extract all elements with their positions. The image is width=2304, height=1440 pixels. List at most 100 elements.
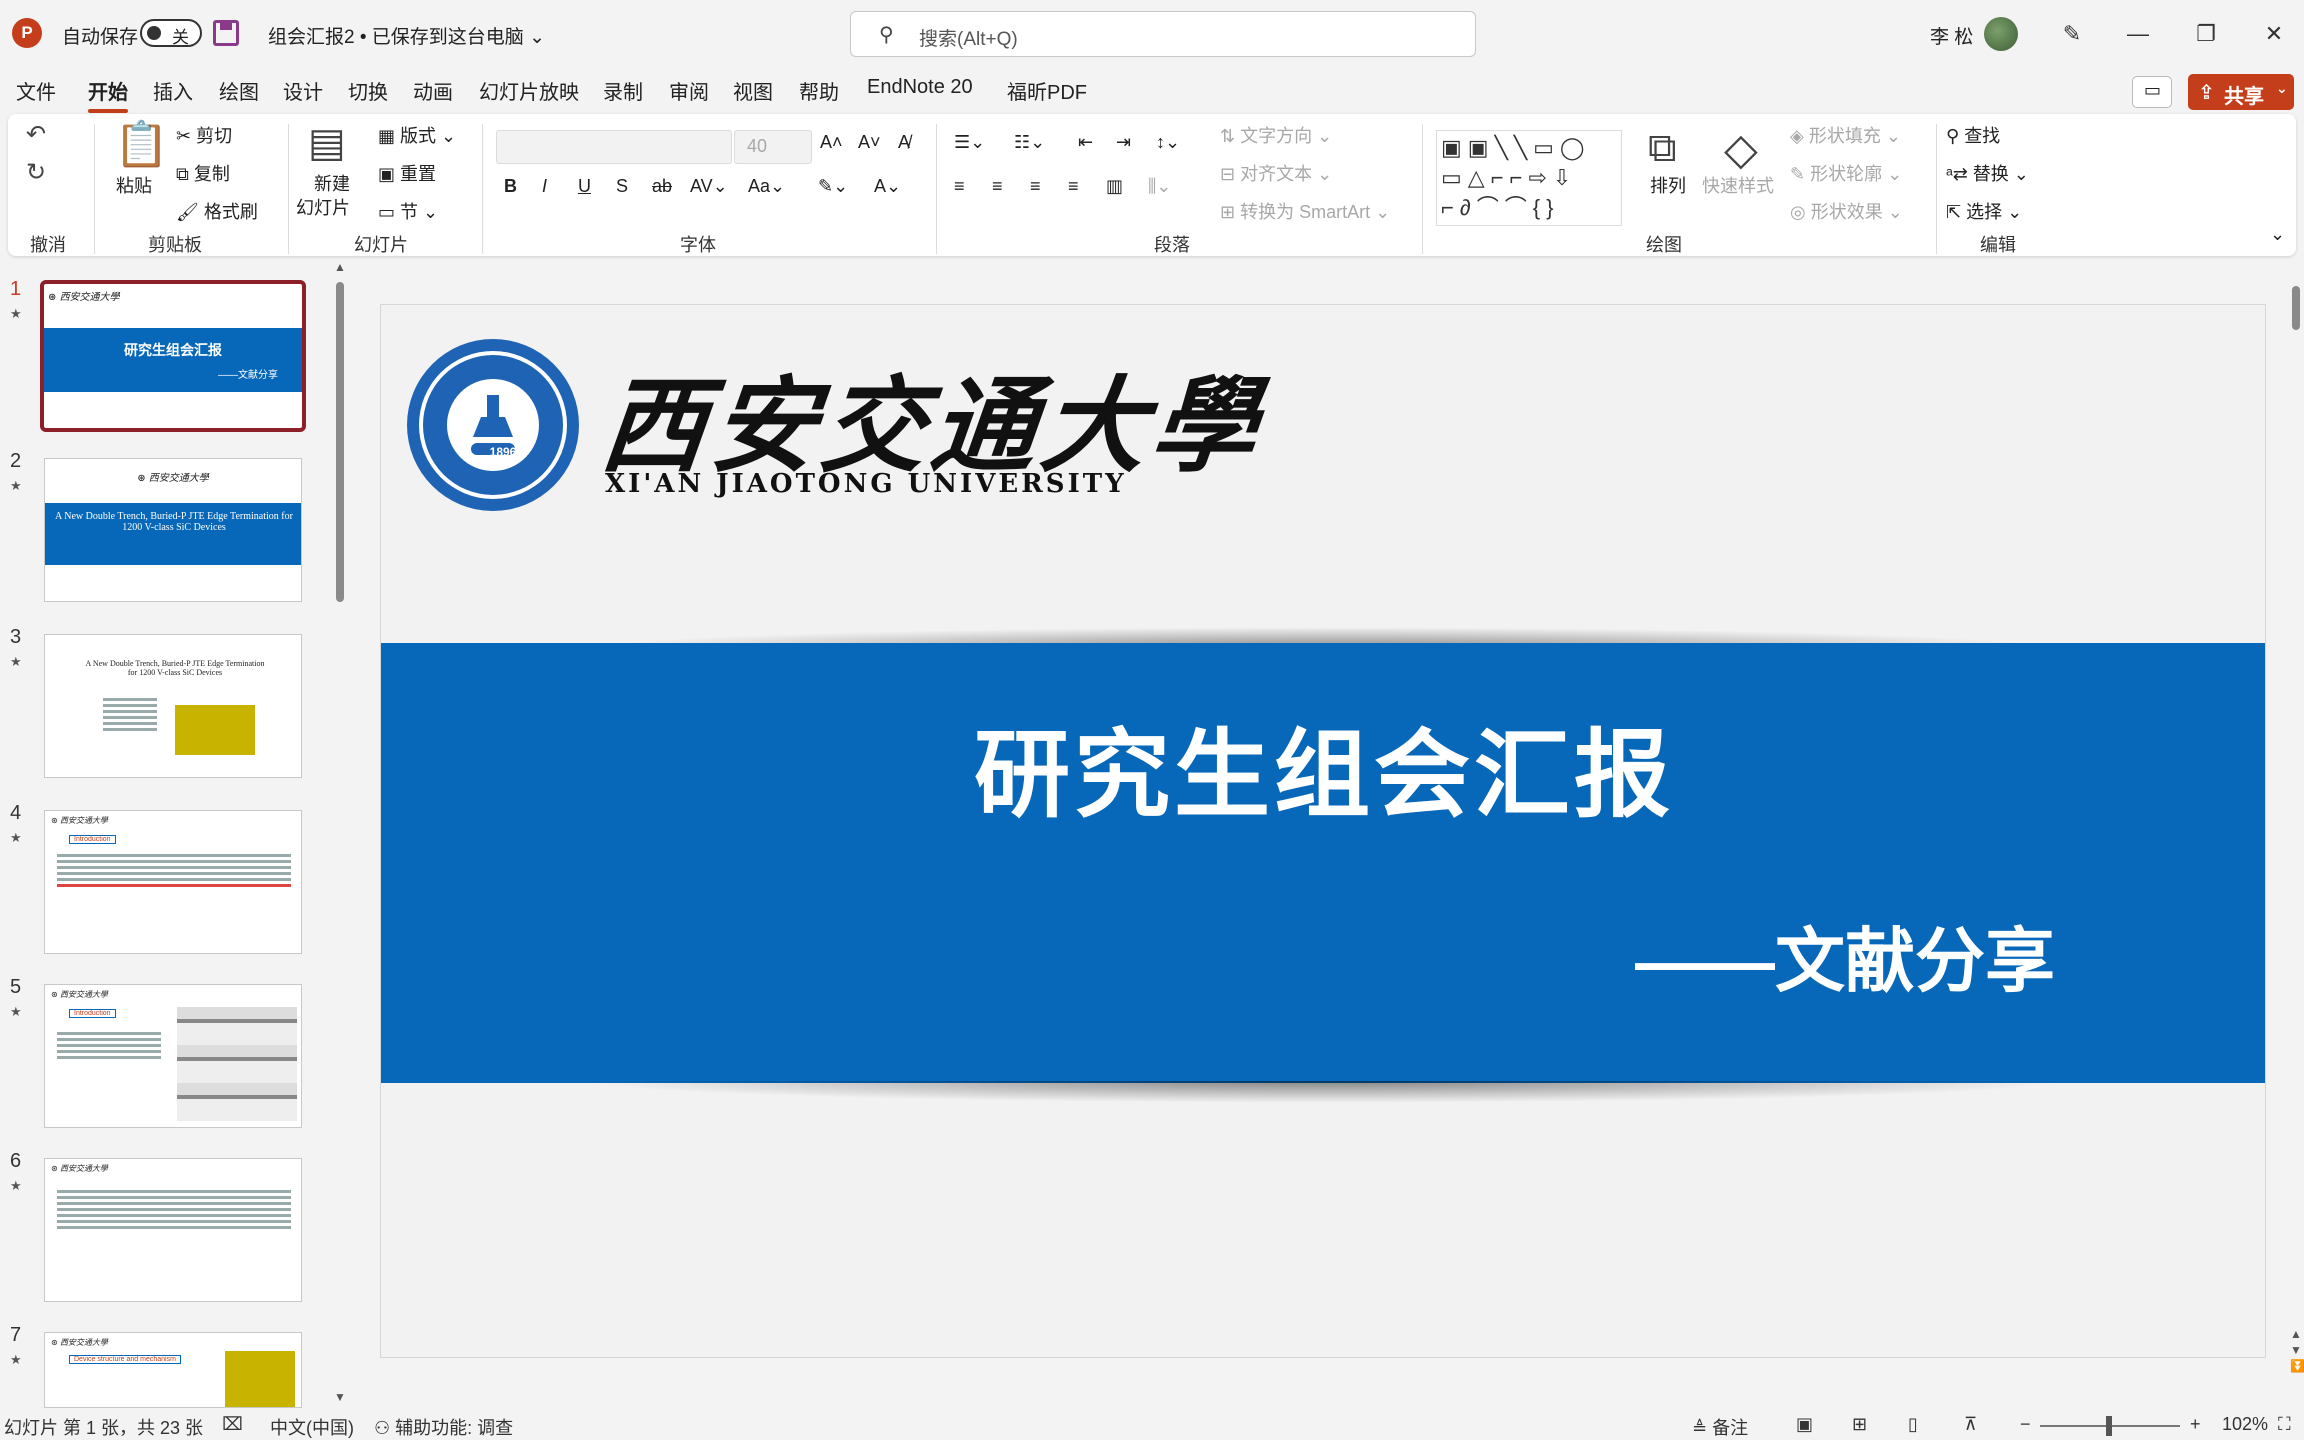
increase-indent-icon[interactable]: ⇥ [1116,132,1131,153]
autosave-toggle[interactable]: 关 [140,19,202,47]
slide-thumbnail-2[interactable]: ⊛ 西安交通大學 A New Double Trench, Buried-P J… [44,458,302,602]
language-indicator[interactable]: 中文(中国) [270,1414,354,1440]
char-spacing-icon[interactable]: AV⌄ [690,176,728,197]
text-direction-button[interactable]: ⇅ 文字方向 ⌄ [1220,122,1332,148]
tab-endnote[interactable]: EndNote 20 [867,76,973,99]
shape-outline-button[interactable]: ✎ 形状轮廓 ⌄ [1790,160,1902,186]
tab-draw[interactable]: 绘图 [219,76,259,105]
increase-font-icon[interactable]: A˄ [820,132,843,153]
quick-styles-icon[interactable]: ◇ [1724,124,1758,175]
tab-insert[interactable]: 插入 [153,76,193,105]
smartart-button[interactable]: ⊞ 转换为 SmartArt ⌄ [1220,198,1390,224]
comments-button[interactable]: ▭ [2132,76,2172,108]
align-left-icon[interactable]: ≡ [954,176,965,197]
paste-button[interactable]: 粘贴 [116,172,152,198]
highlight-icon[interactable]: ✎⌄ [818,176,848,197]
zoom-out-icon[interactable]: − [2020,1414,2031,1435]
font-size-field[interactable]: 40 [734,130,812,164]
font-color-icon[interactable]: A⌄ [874,176,901,197]
bold-icon[interactable]: B [504,176,517,197]
slide-thumbnail-4[interactable]: ⊛ 西安交通大學 Introduction [44,810,302,954]
align-right-icon[interactable]: ≡ [1030,176,1041,197]
change-case-icon[interactable]: Aa⌄ [748,176,785,197]
accessibility-status[interactable]: ⚇ 辅助功能: 调查 [374,1414,513,1440]
maximize-icon[interactable]: ❐ [2186,14,2226,54]
clear-format-icon[interactable]: A̸ [898,132,910,153]
justify-icon[interactable]: ≡ [1068,176,1079,197]
slide-sorter-icon[interactable]: ⊞ [1852,1414,1867,1435]
tab-transitions[interactable]: 切换 [348,76,388,105]
select-button[interactable]: ⇱ 选择 ⌄ [1946,198,2022,224]
thumbnail-scrollbar[interactable]: ▲ ▼ [334,260,346,1404]
fit-slide-icon[interactable]: ⛶ [2278,1414,2291,1435]
zoom-slider-handle[interactable] [2106,1416,2112,1436]
slideshow-view-icon[interactable]: ⊼ [1964,1414,1977,1435]
normal-view-icon[interactable]: ▣ [1796,1414,1813,1435]
tab-file[interactable]: 文件 [16,76,56,105]
tab-foxit-pdf[interactable]: 福昕PDF [1007,76,1087,105]
tab-animations[interactable]: 动画 [413,76,453,105]
cut-button[interactable]: ✂ 剪切 [176,122,232,148]
strikethrough-icon[interactable]: ab [652,176,672,197]
tab-slideshow[interactable]: 幻灯片放映 [479,76,579,105]
notes-button[interactable]: ≜ 备注 [1692,1414,1748,1440]
share-button[interactable]: ⇪ 共享 ⌄ [2188,74,2294,110]
close-icon[interactable]: ✕ [2254,14,2294,54]
slide-scrollbar[interactable]: ▲ ▼ ⏬ [2290,262,2304,1408]
align-text-button[interactable]: ⊟ 对齐文本 ⌄ [1220,160,1332,186]
spellcheck-icon[interactable]: ⌧ [222,1414,243,1435]
new-slide-dropdown[interactable]: 幻灯片 [296,194,350,220]
arrange-icon[interactable]: ⧉ [1648,126,1677,171]
shapes-gallery[interactable]: ▣▣╲╲▭◯ ▭△⌐⌐⇨⇩ ⌐∂⌒⌒{} [1436,130,1622,226]
slide-title[interactable]: 研究生组会汇报 [381,697,2265,836]
undo-icon[interactable]: ↶ [26,120,46,149]
numbering-icon[interactable]: ☷⌄ [1014,132,1045,153]
italic-icon[interactable]: I [542,176,547,197]
copy-button[interactable]: ⧉ 复制 [176,160,230,186]
layout-button[interactable]: ▦ 版式 ⌄ [378,122,456,148]
slide-thumbnail-1[interactable]: ⊛ 西安交通大學 研究生组会汇报 ——文献分享 [40,280,306,432]
new-slide-button[interactable]: 新建 [314,170,350,196]
font-name-field[interactable] [496,130,732,164]
underline-icon[interactable]: U [578,176,591,197]
tab-record[interactable]: 录制 [603,76,643,105]
decrease-font-icon[interactable]: A˅ [858,132,881,153]
tab-review[interactable]: 审阅 [669,76,709,105]
slide-thumbnail-6[interactable]: ⊛ 西安交通大學 [44,1158,302,1302]
arrange-button[interactable]: 排列 [1650,172,1686,198]
save-icon[interactable] [213,20,239,46]
new-slide-icon[interactable]: ▤ [308,120,346,166]
tab-home[interactable]: 开始 [88,76,128,113]
search-input[interactable]: ⚲ 搜索(Alt+Q) [850,11,1476,57]
slide-thumbnail-3[interactable]: A New Double Trench, Buried-P JTE Edge T… [44,634,302,778]
slide-canvas[interactable]: 1896 西安交通大學 XI'AN JIAOTONG UNIVERSITY 研究… [380,304,2266,1358]
format-painter-button[interactable]: 🖌 格式刷 [176,198,258,224]
reading-view-icon[interactable]: ▯ [1908,1414,1918,1435]
slide-thumbnail-7[interactable]: ⊛ 西安交通大學 Device structure and mechanism [44,1332,302,1408]
document-title[interactable]: 组会汇报2 • 已保存到这台电脑 ⌄ [268,22,545,49]
minimize-icon[interactable]: — [2118,14,2158,54]
slide-thumbnail-5[interactable]: ⊛ 西安交通大學 Introduction [44,984,302,1128]
align-center-icon[interactable]: ≡ [992,176,1003,197]
section-button[interactable]: ▭ 节 ⌄ [378,198,438,224]
pen-icon[interactable]: ✎ [2052,14,2092,54]
slide-subtitle[interactable]: ——文献分享 [1635,905,2055,1006]
distributed-icon[interactable]: ▥ [1106,176,1123,197]
redo-icon[interactable]: ↻ [26,158,46,187]
tab-view[interactable]: 视图 [733,76,773,105]
collapse-ribbon-icon[interactable]: ⌄ [2270,224,2285,245]
tab-help[interactable]: 帮助 [799,76,839,105]
zoom-in-icon[interactable]: + [2190,1414,2201,1435]
decrease-indent-icon[interactable]: ⇤ [1078,132,1093,153]
find-button[interactable]: ⚲ 查找 [1946,122,2000,148]
columns-icon[interactable]: ⫼⌄ [1148,176,1171,197]
reset-button[interactable]: ▣ 重置 [378,160,436,186]
quick-styles-button[interactable]: 快速样式 [1702,172,1774,198]
shape-effects-button[interactable]: ◎ 形状效果 ⌄ [1790,198,1903,224]
shadow-icon[interactable]: S [616,176,628,197]
replace-button[interactable]: ᵃ⇄ 替换 ⌄ [1946,160,2029,186]
zoom-level[interactable]: 102% [2222,1414,2268,1435]
bullets-icon[interactable]: ☰⌄ [954,132,985,153]
paste-icon[interactable]: 📋 [114,118,169,170]
avatar[interactable] [1984,17,2018,51]
